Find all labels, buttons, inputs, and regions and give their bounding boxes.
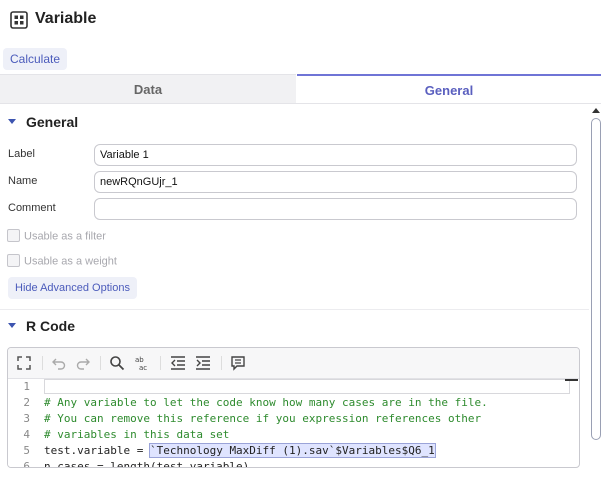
- undo-icon[interactable]: [51, 355, 67, 371]
- tab-bar: Data General: [0, 74, 601, 104]
- general-heading: General: [26, 114, 79, 130]
- line-number: 4: [23, 428, 30, 441]
- chevron-down-icon: [8, 118, 16, 124]
- grid-icon: [10, 11, 28, 29]
- spellcheck-icon[interactable]: ab ac: [134, 355, 150, 371]
- toolbar-separator: [221, 356, 222, 370]
- comment-input[interactable]: [94, 198, 577, 220]
- toolbar-separator: [160, 356, 161, 370]
- toolbar-separator: [100, 356, 101, 370]
- code-line: # variables in this data set: [44, 428, 230, 441]
- tab-divider: [0, 103, 601, 104]
- search-icon[interactable]: [109, 355, 125, 371]
- code-line: n.cases = length(test.variable): [44, 460, 250, 468]
- usable-weight-checkbox[interactable]: [7, 254, 20, 267]
- rcode-section-header[interactable]: R Code: [8, 318, 75, 334]
- scrollbar-thumb[interactable]: [591, 118, 601, 440]
- hide-advanced-options-button[interactable]: Hide Advanced Options: [8, 277, 137, 299]
- editor-toolbar: ab ac: [8, 348, 579, 379]
- line-number: 1: [23, 380, 30, 393]
- rcode-heading: R Code: [26, 318, 75, 334]
- label-input[interactable]: Variable 1: [94, 144, 577, 166]
- code-line: # Any variable to let the code know how …: [44, 396, 488, 409]
- outdent-icon[interactable]: [170, 355, 186, 371]
- line-number-gutter: 1 2 3 4 5 6: [8, 379, 36, 467]
- svg-text:ab: ab: [135, 356, 144, 364]
- line-number: 3: [23, 412, 30, 425]
- svg-text:ac: ac: [139, 364, 147, 371]
- indent-icon[interactable]: [195, 355, 211, 371]
- active-line-highlight: [44, 379, 570, 394]
- scroll-up-icon[interactable]: [592, 108, 600, 113]
- chevron-down-icon: [8, 322, 16, 328]
- section-divider: [0, 309, 589, 310]
- usable-filter-row: Usable as a filter: [7, 229, 106, 244]
- comment-icon[interactable]: [230, 355, 246, 371]
- line-number: 5: [23, 444, 30, 457]
- name-input[interactable]: newRQnGUjr_1: [94, 171, 577, 193]
- comment-field-label: Comment: [8, 202, 56, 214]
- tab-data[interactable]: Data: [0, 74, 296, 104]
- usable-filter-label: Usable as a filter: [24, 230, 106, 243]
- redo-icon[interactable]: [75, 355, 91, 371]
- tab-general[interactable]: General: [297, 74, 601, 104]
- code-line-assignment: test.variable = `Technology MaxDiff (1).…: [44, 443, 436, 458]
- usable-weight-row: Usable as a weight: [7, 254, 117, 269]
- page-title: Variable: [35, 10, 97, 27]
- line-number: 6: [23, 460, 30, 468]
- usable-weight-label: Usable as a weight: [24, 255, 117, 268]
- general-section-header[interactable]: General: [8, 114, 78, 130]
- variable-reference: `Technology MaxDiff (1).sav`$Variables$Q…: [148, 443, 436, 458]
- code-line: # You can remove this reference if you e…: [44, 412, 482, 425]
- label-field-label: Label: [8, 148, 35, 160]
- fullscreen-icon[interactable]: [16, 355, 32, 371]
- code-line: test.variable =: [44, 444, 150, 457]
- editor-scroll-marker: [565, 379, 578, 381]
- usable-filter-checkbox[interactable]: [7, 229, 20, 242]
- code-text-area[interactable]: # Any variable to let the code know how …: [36, 379, 579, 467]
- code-editor[interactable]: ab ac 1 2 3 4 5 6 # Any variable to let …: [7, 347, 580, 468]
- name-field-label: Name: [8, 175, 38, 187]
- line-number: 2: [23, 396, 30, 409]
- dialog-header: Variable: [0, 0, 603, 42]
- calculate-button[interactable]: Calculate: [3, 48, 68, 70]
- toolbar-separator: [42, 356, 43, 370]
